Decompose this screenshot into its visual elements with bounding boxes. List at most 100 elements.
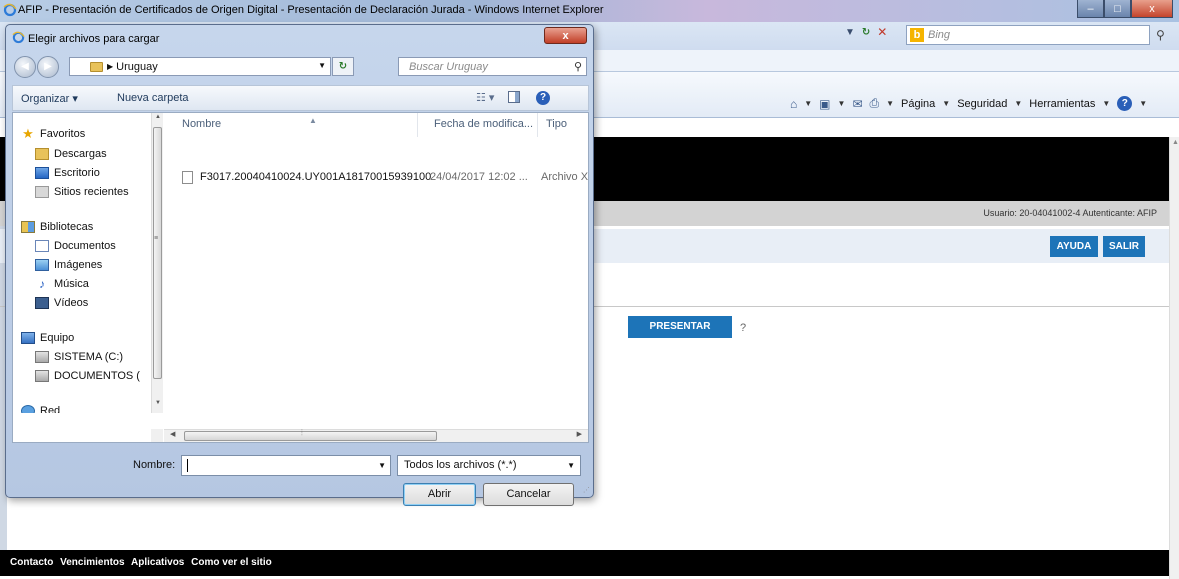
- file-date: 24/04/2017 12:02 ...: [430, 171, 528, 183]
- nav-downloads[interactable]: Descargas: [35, 146, 107, 162]
- mail-icon[interactable]: ✉: [852, 97, 862, 111]
- scrollbar-thumb[interactable]: [153, 127, 162, 379]
- scroll-right-icon[interactable]: ▶: [577, 430, 582, 438]
- resize-grip-icon[interactable]: ⋰: [583, 486, 590, 494]
- file-open-dialog: Elegir archivos para cargar x ◀ ▶ ▶ Urug…: [5, 24, 594, 506]
- nav-item-label: Vídeos: [54, 297, 89, 309]
- help-dropdown-icon[interactable]: ▼: [1139, 99, 1147, 108]
- nav-item-label: Bibliotecas: [40, 221, 94, 233]
- folder-search-input[interactable]: Buscar Uruguay ⚲: [398, 57, 587, 76]
- organize-menu[interactable]: Organizar ▾: [21, 92, 78, 105]
- search-icon[interactable]: ⚲: [574, 60, 582, 73]
- column-header-label: Nombre: [182, 118, 222, 130]
- nav-drive-documentos[interactable]: DOCUMENTOS (: [35, 368, 140, 384]
- nav-drive-c[interactable]: SISTEMA (C:): [35, 349, 123, 365]
- chevron-right-icon[interactable]: ▶: [107, 62, 113, 71]
- refresh-icon[interactable]: ↻: [860, 27, 872, 38]
- scroll-down-icon[interactable]: ▼: [155, 400, 161, 406]
- dialog-toolbar: Organizar ▾ Nueva carpeta ☷ ▾ ?: [12, 85, 589, 111]
- nav-item-label: Red: [40, 405, 61, 413]
- window-close-button[interactable]: x: [1131, 0, 1173, 18]
- dialog-title-bar: Elegir archivos para cargar: [12, 31, 159, 45]
- nav-item-label: Favoritos: [40, 128, 86, 140]
- print-dropdown-icon[interactable]: ▼: [886, 99, 894, 108]
- documents-icon: [35, 240, 49, 252]
- cancel-button[interactable]: Cancelar: [483, 483, 574, 506]
- bing-logo-icon: b: [910, 28, 924, 42]
- nav-pictures[interactable]: Imágenes: [35, 257, 102, 273]
- file-type: Archivo X: [541, 171, 588, 183]
- nav-music[interactable]: ♪ Música: [35, 276, 89, 292]
- star-icon: ★: [22, 126, 34, 141]
- chevron-down-icon[interactable]: ▼: [567, 456, 575, 475]
- page-menu[interactable]: Página: [901, 98, 935, 110]
- dialog-close-button[interactable]: x: [544, 27, 587, 44]
- folder-icon: [90, 61, 103, 72]
- folder-path-bar[interactable]: ▶ Uruguay ▼: [69, 57, 331, 76]
- nav-desktop[interactable]: Escritorio: [35, 165, 100, 181]
- folder-search-placeholder: Buscar Uruguay: [409, 61, 488, 73]
- nav-item-label: Sitios recientes: [54, 186, 129, 198]
- column-header-name[interactable]: Nombre ▲: [176, 113, 418, 137]
- nav-computer[interactable]: Equipo: [21, 330, 74, 346]
- exit-button[interactable]: SALIR: [1103, 236, 1145, 257]
- nav-item-label: DOCUMENTOS (: [54, 370, 140, 382]
- help-button[interactable]: AYUDA: [1050, 236, 1098, 257]
- security-menu[interactable]: Seguridad: [957, 98, 1007, 110]
- open-button[interactable]: Abrir: [403, 483, 476, 506]
- maximize-button[interactable]: □: [1104, 0, 1131, 18]
- chevron-down-icon[interactable]: ▼: [378, 461, 386, 470]
- preview-pane-icon[interactable]: [508, 91, 520, 103]
- help-icon[interactable]: ?: [536, 91, 550, 105]
- scroll-up-icon[interactable]: ▲: [1172, 139, 1179, 146]
- feeds-icon[interactable]: ▣: [819, 97, 830, 111]
- file-list-horizontal-scrollbar[interactable]: ◀ ⦙ ▶: [164, 428, 588, 442]
- bing-search-box[interactable]: b Bing: [906, 25, 1150, 45]
- help-question-link[interactable]: ?: [740, 322, 746, 334]
- path-segment-uruguay[interactable]: Uruguay: [116, 61, 158, 73]
- desktop-icon: [35, 167, 49, 179]
- home-dropdown-icon[interactable]: ▼: [804, 99, 812, 108]
- column-header-date[interactable]: Fecha de modifica...: [428, 113, 538, 137]
- nav-network[interactable]: Red: [21, 403, 60, 413]
- tools-menu[interactable]: Herramientas: [1029, 98, 1095, 110]
- help-icon[interactable]: ?: [1117, 96, 1133, 111]
- print-icon[interactable]: ⎙: [870, 96, 880, 111]
- file-list-pane: Nombre ▲ Fecha de modifica... Tipo F3017.…: [164, 113, 588, 428]
- nav-documents[interactable]: Documentos: [35, 238, 116, 254]
- refresh-icon[interactable]: ↻: [332, 57, 354, 76]
- drive-icon: [35, 351, 49, 363]
- view-options-icon[interactable]: ☷ ▾: [476, 91, 494, 104]
- file-row[interactable]: F3017.20040410024.UY001A18170015939100 2…: [164, 169, 588, 187]
- footer-link-vencimientos[interactable]: Vencimientos: [60, 557, 124, 568]
- footer-link-contacto[interactable]: Contacto: [10, 557, 53, 568]
- scroll-left-icon[interactable]: ◀: [170, 430, 175, 438]
- tools-menu-chevron-icon: ▼: [1102, 99, 1111, 108]
- nav-videos[interactable]: Vídeos: [35, 295, 88, 311]
- security-menu-chevron-icon: ▼: [1014, 99, 1023, 108]
- column-header-type[interactable]: Tipo: [540, 113, 588, 137]
- search-icon[interactable]: ⚲: [1156, 28, 1165, 42]
- ie-title-bar: AFIP - Presentación de Certificados de O…: [0, 0, 1179, 22]
- nav-libraries[interactable]: Bibliotecas: [21, 219, 93, 235]
- filename-input[interactable]: ▼: [181, 455, 391, 476]
- feeds-dropdown-icon[interactable]: ▼: [838, 99, 846, 108]
- scrollbar-thumb[interactable]: [184, 431, 437, 441]
- nav-recent-places[interactable]: Sitios recientes: [35, 184, 129, 200]
- navigation-pane-scrollbar[interactable]: ▲ ≡ ▼: [151, 113, 163, 413]
- scroll-up-icon[interactable]: ▲: [155, 114, 161, 120]
- chevron-down-icon[interactable]: ▼: [318, 61, 326, 70]
- stop-icon[interactable]: ✕: [875, 25, 889, 39]
- footer-link-aplicativos[interactable]: Aplicativos: [131, 557, 184, 568]
- home-icon[interactable]: ⌂: [790, 97, 797, 111]
- file-type-select[interactable]: Todos los archivos (*.*) ▼: [397, 455, 581, 476]
- minimize-button[interactable]: –: [1077, 0, 1104, 18]
- page-scrollbar[interactable]: ▲: [1169, 137, 1179, 579]
- forward-button[interactable]: ▶: [37, 56, 59, 78]
- back-button[interactable]: ◀: [14, 56, 36, 78]
- new-folder-button[interactable]: Nueva carpeta: [117, 92, 189, 104]
- address-dropdown-icon[interactable]: ▼: [843, 27, 857, 38]
- nav-favorites[interactable]: ★ Favoritos: [21, 126, 85, 142]
- footer-link-como-ver[interactable]: Como ver el sitio: [191, 557, 272, 568]
- present-button[interactable]: PRESENTAR: [628, 316, 732, 338]
